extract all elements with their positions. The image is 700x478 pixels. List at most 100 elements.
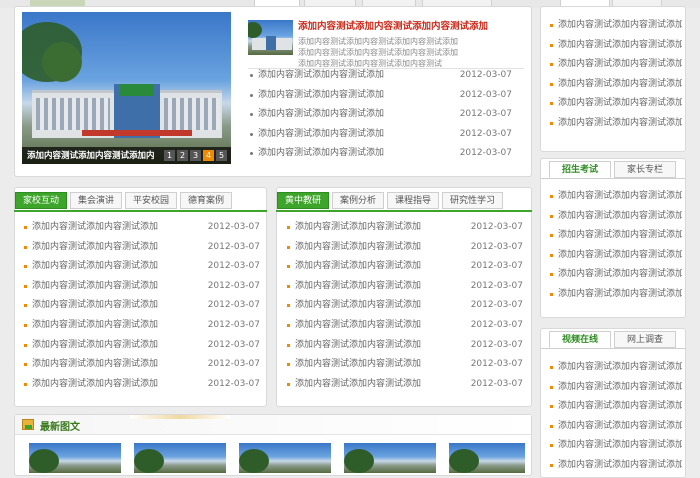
- tree-shape: [239, 449, 269, 473]
- video-tabs: 视频在线 网上调查: [549, 331, 676, 348]
- list-item[interactable]: 添加内容测试添加内容测试添加: [548, 114, 682, 134]
- tab-moral-cases[interactable]: 德育案例: [180, 192, 233, 209]
- list-item[interactable]: 添加内容测试添加内容测试添加: [548, 36, 682, 56]
- headline-thumbnail[interactable]: [248, 20, 293, 55]
- admissions-tabs: 招生考试 家长专栏: [549, 161, 676, 178]
- list-item[interactable]: 添加内容测试添加内容测试添加 2012-03-07: [22, 375, 260, 395]
- tab-parents-column[interactable]: 家长专栏: [614, 161, 676, 178]
- list-item[interactable]: 添加内容测试添加内容测试添加: [548, 378, 682, 398]
- gallery-thumbnail-1[interactable]: [29, 443, 121, 473]
- slide-page-1[interactable]: 1: [164, 150, 175, 161]
- tab-admissions[interactable]: 招生考试: [549, 161, 611, 178]
- teaching-list: 添加内容测试添加内容测试添加 2012-03-07 添加内容测试添加内容测试添加 2…: [285, 218, 523, 394]
- teaching-tabs: 黄中教研 案例分析 课程指导 研究性学习: [277, 192, 504, 209]
- latest-images-title: 最新图文: [40, 422, 80, 433]
- image-gallery-icon: [22, 419, 34, 430]
- list-item[interactable]: 添加内容测试添加内容测试添加 2012-03-07: [285, 257, 523, 277]
- list-item[interactable]: 添加内容测试添加内容测试添加 2012-03-07: [285, 336, 523, 356]
- tab-course-guidance[interactable]: 课程指导: [387, 192, 440, 209]
- list-item[interactable]: 添加内容测试添加内容测试添加 2012-03-07: [285, 277, 523, 297]
- list-item[interactable]: 添加内容测试添加内容测试添加 2012-03-07: [248, 144, 512, 164]
- list-item[interactable]: 添加内容测试添加内容测试添加 2012-03-07: [22, 238, 260, 258]
- list-item[interactable]: 添加内容测试添加内容测试添加 2012-03-07: [285, 238, 523, 258]
- list-item[interactable]: 添加内容测试添加内容测试添加 2012-03-07: [248, 66, 512, 86]
- headline-summary-2: 添加内容测试添加内容测试添加内容测试添加: [298, 48, 458, 57]
- slide-page-2[interactable]: 2: [177, 150, 188, 161]
- list-item[interactable]: 添加内容测试添加内容测试添加: [548, 75, 682, 95]
- building-windows: [36, 98, 110, 130]
- home-school-tab-line: [14, 210, 267, 212]
- news-list: 添加内容测试添加内容测试添加 2012-03-07 添加内容测试添加内容测试添加 2…: [248, 66, 512, 164]
- list-item[interactable]: 添加内容测试添加内容测试添加 2012-03-07: [248, 86, 512, 106]
- home-school-tabs: 家校互动 集会演讲 平安校园 德育案例: [15, 192, 233, 209]
- admissions-list: 添加内容测试添加内容测试添加 添加内容测试添加内容测试添加 添加内容测试添加内容…: [548, 187, 682, 305]
- video-tab-line: [541, 348, 685, 349]
- list-item[interactable]: 添加内容测试添加内容测试添加: [548, 94, 682, 114]
- tab-teaching-research[interactable]: 黄中教研: [277, 192, 330, 209]
- tab-case-analysis[interactable]: 案例分析: [332, 192, 385, 209]
- list-item[interactable]: 添加内容测试添加内容测试添加 2012-03-07: [22, 316, 260, 336]
- gallery-thumbnail-2[interactable]: [134, 443, 226, 473]
- building-windows: [164, 98, 220, 130]
- gallery-thumbnail-4[interactable]: [344, 443, 436, 473]
- building-center: [266, 36, 276, 50]
- list-item[interactable]: 添加内容测试添加内容测试添加: [548, 16, 682, 36]
- side-top-list: 添加内容测试添加内容测试添加 添加内容测试添加内容测试添加 添加内容测试添加内容…: [548, 16, 682, 134]
- list-item[interactable]: 添加内容测试添加内容测试添加: [548, 397, 682, 417]
- slide-page-4[interactable]: 4: [203, 150, 214, 161]
- building-sign: [120, 84, 154, 96]
- admissions-tab-line: [541, 178, 685, 179]
- headline-title[interactable]: 添加内容测试添加内容测试添加内容测试添加: [298, 18, 488, 32]
- tab-online-survey[interactable]: 网上调查: [614, 331, 676, 348]
- red-banner: [82, 130, 192, 136]
- list-item[interactable]: 添加内容测试添加内容测试添加: [548, 436, 682, 456]
- headline-summary-1: 添加内容测试添加内容测试添加内容测试添加: [298, 37, 458, 46]
- tab-assembly-speech[interactable]: 集会演讲: [70, 192, 123, 209]
- list-item[interactable]: 添加内容测试添加内容测试添加: [548, 417, 682, 437]
- list-item[interactable]: 添加内容测试添加内容测试添加: [548, 226, 682, 246]
- list-item[interactable]: 添加内容测试添加内容测试添加 2012-03-07: [22, 296, 260, 316]
- list-item[interactable]: 添加内容测试添加内容测试添加 2012-03-07: [285, 218, 523, 238]
- list-item[interactable]: 添加内容测试添加内容测试添加 2012-03-07: [22, 336, 260, 356]
- list-item[interactable]: 添加内容测试添加内容测试添加: [548, 265, 682, 285]
- tree-shape: [42, 42, 82, 82]
- list-item[interactable]: 添加内容测试添加内容测试添加 2012-03-07: [285, 316, 523, 336]
- slide-page-5[interactable]: 5: [216, 150, 227, 161]
- home-school-list: 添加内容测试添加内容测试添加 2012-03-07 添加内容测试添加内容测试添加 2…: [22, 218, 260, 394]
- header-accent-stripe: [130, 415, 230, 419]
- list-item[interactable]: 添加内容测试添加内容测试添加: [548, 207, 682, 227]
- teaching-tab-line: [276, 210, 532, 212]
- list-item[interactable]: 添加内容测试添加内容测试添加: [548, 358, 682, 378]
- list-item[interactable]: 添加内容测试添加内容测试添加: [548, 246, 682, 266]
- list-item[interactable]: 添加内容测试添加内容测试添加 2012-03-07: [22, 257, 260, 277]
- slide-pager: 1 2 3 4 5: [164, 150, 227, 161]
- list-item[interactable]: 添加内容测试添加内容测试添加: [548, 55, 682, 75]
- list-item[interactable]: 添加内容测试添加内容测试添加 2012-03-07: [248, 105, 512, 125]
- list-item[interactable]: 添加内容测试添加内容测试添加: [548, 285, 682, 305]
- list-item[interactable]: 添加内容测试添加内容测试添加 2012-03-07: [285, 355, 523, 375]
- tab-home-school[interactable]: 家校互动: [15, 192, 68, 209]
- list-item[interactable]: 添加内容测试添加内容测试添加 2012-03-07: [22, 355, 260, 375]
- latest-images-header: [15, 415, 531, 435]
- slide-page-3[interactable]: 3: [190, 150, 201, 161]
- video-list: 添加内容测试添加内容测试添加 添加内容测试添加内容测试添加 添加内容测试添加内容…: [548, 358, 682, 476]
- tab-safe-campus[interactable]: 平安校园: [125, 192, 178, 209]
- tab-research-learning[interactable]: 研究性学习: [442, 192, 504, 209]
- gallery-thumbnail-3[interactable]: [239, 443, 331, 473]
- news-slideshow[interactable]: 添加内容测试添加内容测试添加内 1 2 3 4 5: [22, 12, 231, 164]
- gallery-thumbnail-5[interactable]: [449, 443, 525, 473]
- tree-shape: [449, 449, 479, 473]
- list-item[interactable]: 添加内容测试添加内容测试添加 2012-03-07: [248, 125, 512, 145]
- tree-shape: [29, 449, 59, 473]
- tree-shape: [134, 449, 164, 473]
- list-item[interactable]: 添加内容测试添加内容测试添加 2012-03-07: [22, 218, 260, 238]
- tree-shape: [344, 449, 374, 473]
- tree-shape: [248, 22, 262, 38]
- list-item[interactable]: 添加内容测试添加内容测试添加: [548, 456, 682, 476]
- tab-video-online[interactable]: 视频在线: [549, 331, 611, 348]
- list-item[interactable]: 添加内容测试添加内容测试添加 2012-03-07: [285, 375, 523, 395]
- list-item[interactable]: 添加内容测试添加内容测试添加: [548, 187, 682, 207]
- list-item[interactable]: 添加内容测试添加内容测试添加 2012-03-07: [285, 296, 523, 316]
- slide-caption[interactable]: 添加内容测试添加内容测试添加内: [27, 149, 155, 161]
- list-item[interactable]: 添加内容测试添加内容测试添加 2012-03-07: [22, 277, 260, 297]
